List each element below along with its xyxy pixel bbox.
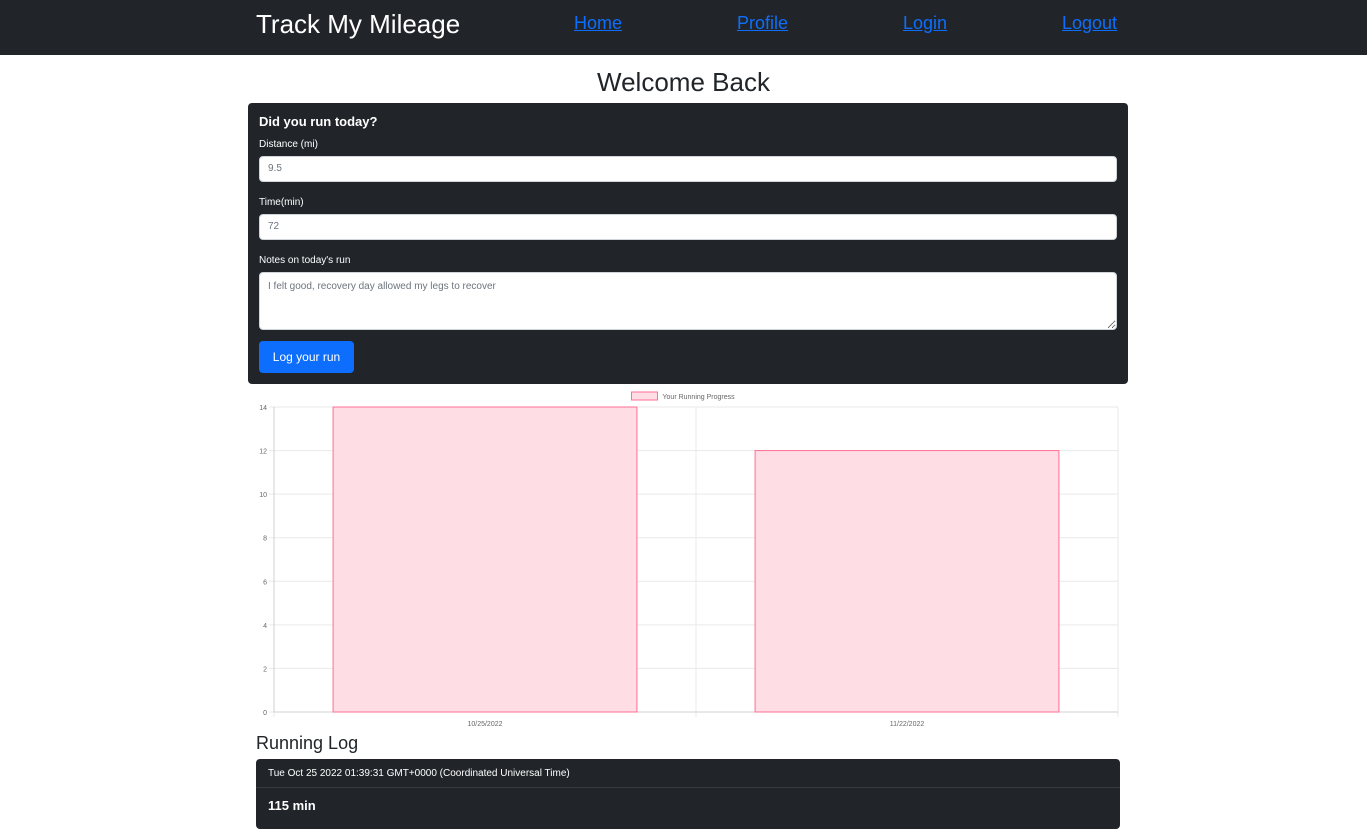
y-tick-label: 14 xyxy=(259,405,267,412)
notes-label: Notes on today's run xyxy=(259,255,351,266)
log-entry-timestamp: Tue Oct 25 2022 01:39:31 GMT+0000 (Coord… xyxy=(256,759,1120,788)
page-title: Welcome Back xyxy=(597,67,770,97)
y-tick-label: 0 xyxy=(263,710,267,717)
y-tick-label: 6 xyxy=(263,579,267,586)
time-input[interactable]: 72 xyxy=(259,214,1117,240)
bar-11/22/2022 xyxy=(754,450,1060,713)
nav-link-home[interactable]: Home xyxy=(574,12,622,34)
brand-title[interactable]: Track My Mileage xyxy=(256,8,460,40)
time-label: Time(min) xyxy=(259,197,304,208)
x-tick-label: 11/22/2022 xyxy=(890,721,925,728)
log-run-button[interactable]: Log your run xyxy=(259,341,354,373)
running-progress-chart: 0 2 4 6 8 10 12 14 10/25/2022 11/22/2022 Your Runn… xyxy=(248,388,1128,733)
nav-link-login[interactable]: Login xyxy=(903,12,947,34)
running-log-title: Running Log xyxy=(256,733,359,753)
distance-label: Distance (mi) xyxy=(259,139,318,150)
y-tick-label: 2 xyxy=(263,666,267,673)
log-run-form: Did you run today? Distance (mi) 9.5 Tim… xyxy=(248,103,1128,384)
y-tick-label: 8 xyxy=(263,536,267,543)
nav-link-logout[interactable]: Logout xyxy=(1062,12,1117,34)
bar-10/25/2022 xyxy=(332,406,638,713)
nav-link-profile[interactable]: Profile xyxy=(737,12,788,34)
navbar: Track My Mileage Home Profile Login Logo… xyxy=(0,0,1367,55)
legend-swatch xyxy=(631,391,658,401)
distance-input[interactable]: 9.5 xyxy=(259,156,1117,182)
chart-svg: 0 2 4 6 8 10 12 14 10/25/2022 11/22/2022 Your Runn… xyxy=(259,391,1119,728)
y-tick-label: 10 xyxy=(259,492,267,499)
legend-label: Your Running Progress xyxy=(663,394,736,401)
y-tick-label: 4 xyxy=(263,623,267,630)
notes-textarea[interactable]: I felt good, recovery day allowed my leg… xyxy=(259,272,1117,330)
x-tick-label: 10/25/2022 xyxy=(467,721,502,728)
log-entry-duration: 115 min xyxy=(268,798,316,813)
y-tick-label: 12 xyxy=(259,449,267,456)
form-title: Did you run today? xyxy=(259,114,378,129)
log-entry-card: Tue Oct 25 2022 01:39:31 GMT+0000 (Coord… xyxy=(256,759,1120,829)
